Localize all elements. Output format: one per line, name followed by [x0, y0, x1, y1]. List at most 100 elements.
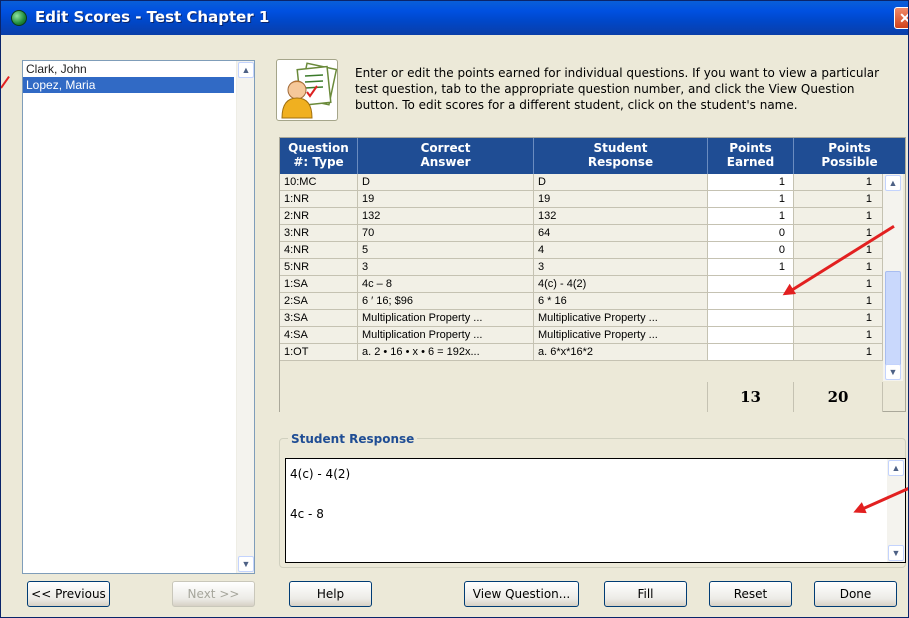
- cell-points-earned[interactable]: 1: [708, 259, 794, 276]
- fill-button[interactable]: Fill: [604, 581, 687, 607]
- table-row[interactable]: 3:SA Multiplication Property ... Multipl…: [280, 310, 883, 327]
- cell-correct-answer: 19: [358, 191, 534, 208]
- cell-correct-answer: 6 ′ 16; $96: [358, 293, 534, 310]
- table-row[interactable]: 2:NR 132 132 1 1: [280, 208, 883, 225]
- cell-student-response: 3: [534, 259, 708, 276]
- table-scrollbar[interactable]: ▲ ▼: [883, 174, 903, 381]
- cell-points-possible: 1: [794, 242, 883, 259]
- cell-question: 1:SA: [280, 276, 358, 293]
- col-header-points-possible: Points Possible: [821, 141, 878, 169]
- cell-points-possible: 1: [794, 174, 883, 191]
- student-response-label: Student Response: [288, 432, 418, 446]
- col-header-question: Question #: Type: [280, 138, 358, 174]
- cell-student-response: 4: [534, 242, 708, 259]
- cell-points-earned[interactable]: [708, 327, 794, 344]
- student-list[interactable]: Clark, John Lopez, Maria ▲ ▼: [22, 60, 255, 574]
- table-row[interactable]: 4:NR 5 4 0 1: [280, 242, 883, 259]
- student-response-textarea[interactable]: 4(c) - 4(2) 4c - 8 ▲ ▼: [285, 458, 906, 563]
- cell-points-possible: 1: [794, 208, 883, 225]
- cell-correct-answer: 3: [358, 259, 534, 276]
- scroll-up-icon[interactable]: ▲: [238, 62, 254, 78]
- student-item-lopez[interactable]: Lopez, Maria: [23, 77, 234, 93]
- scroll-down-icon[interactable]: ▼: [238, 556, 254, 572]
- instructions-text: Enter or edit the points earned for indi…: [355, 66, 880, 112]
- cell-correct-answer: 5: [358, 242, 534, 259]
- cell-question: 3:NR: [280, 225, 358, 242]
- col-header-points-earned: Points Earned: [708, 138, 794, 174]
- response-line-1: 4(c) - 4(2): [290, 467, 351, 481]
- cell-points-earned[interactable]: 0: [708, 242, 794, 259]
- cell-question: 2:NR: [280, 208, 358, 225]
- cell-student-response: a. 6*x*16*2: [534, 344, 708, 361]
- next-button[interactable]: Next >>: [172, 581, 255, 607]
- cell-points-earned[interactable]: [708, 310, 794, 327]
- table-row[interactable]: 1:OT a. 2 • 16 • x • 6 = 192x... a. 6*x*…: [280, 344, 883, 361]
- cell-student-response: 6 * 16: [534, 293, 708, 310]
- table-row[interactable]: 5:NR 3 3 1 1: [280, 259, 883, 276]
- cell-points-earned[interactable]: 0: [708, 225, 794, 242]
- done-button[interactable]: Done: [814, 581, 897, 607]
- totals-spacer: [280, 382, 708, 412]
- title-bar: Edit Scores - Test Chapter 1 ✕: [1, 1, 908, 35]
- scroll-thumb[interactable]: [885, 271, 901, 366]
- close-button[interactable]: ✕: [894, 7, 908, 29]
- table-row[interactable]: 3:NR 70 64 0 1: [280, 225, 883, 242]
- cell-student-response: Multiplicative Property ...: [534, 310, 708, 327]
- student-item-clark[interactable]: Clark, John: [23, 61, 234, 77]
- reset-button[interactable]: Reset: [709, 581, 792, 607]
- scroll-down-icon[interactable]: ▼: [885, 364, 901, 380]
- previous-button[interactable]: << Previous: [27, 581, 110, 607]
- cell-question: 1:NR: [280, 191, 358, 208]
- cell-points-earned[interactable]: 1: [708, 174, 794, 191]
- cell-student-response: Multiplicative Property ...: [534, 327, 708, 344]
- cell-question: 3:SA: [280, 310, 358, 327]
- table-row[interactable]: 4:SA Multiplication Property ... Multipl…: [280, 327, 883, 344]
- response-line-2: 4c - 8: [290, 507, 324, 521]
- cell-correct-answer: 132: [358, 208, 534, 225]
- cell-points-possible: 1: [794, 344, 883, 361]
- cell-points-possible: 1: [794, 310, 883, 327]
- response-scrollbar[interactable]: ▲ ▼: [887, 459, 905, 562]
- cell-correct-answer: D: [358, 174, 534, 191]
- total-points-possible: 20: [794, 382, 883, 412]
- cell-student-response: 4(c) - 4(2): [534, 276, 708, 293]
- totals-row: 13 20: [280, 382, 883, 412]
- cell-question: 2:SA: [280, 293, 358, 310]
- annotation-arrow-left: [1, 75, 10, 89]
- student-list-scrollbar[interactable]: ▲ ▼: [236, 61, 254, 573]
- view-question-button[interactable]: View Question...: [464, 581, 579, 607]
- edit-scores-window: Edit Scores - Test Chapter 1 ✕ Clark, Jo…: [0, 0, 909, 618]
- cell-question: 10:MC: [280, 174, 358, 191]
- app-icon: [11, 10, 27, 26]
- col-header-correct-answer: Correct Answer: [358, 138, 534, 174]
- table-row[interactable]: 10:MC D D 1 1: [280, 174, 883, 191]
- cell-student-response: D: [534, 174, 708, 191]
- cell-student-response: 19: [534, 191, 708, 208]
- cell-points-possible: 1: [794, 191, 883, 208]
- cell-question: 5:NR: [280, 259, 358, 276]
- help-button[interactable]: Help: [289, 581, 372, 607]
- cell-correct-answer: Multiplication Property ...: [358, 310, 534, 327]
- cell-correct-answer: Multiplication Property ...: [358, 327, 534, 344]
- cell-points-earned[interactable]: 1: [708, 208, 794, 225]
- cell-student-response: 64: [534, 225, 708, 242]
- cell-points-possible: 1: [794, 293, 883, 310]
- cell-points-earned[interactable]: 1: [708, 191, 794, 208]
- total-points-earned: 13: [708, 382, 794, 412]
- scroll-up-icon[interactable]: ▲: [888, 460, 904, 476]
- window-title: Edit Scores - Test Chapter 1: [35, 8, 270, 26]
- cell-correct-answer: 4c – 8: [358, 276, 534, 293]
- cell-question: 1:OT: [280, 344, 358, 361]
- col-header-student-response: Student Response: [534, 138, 708, 174]
- scroll-down-icon[interactable]: ▼: [888, 545, 904, 561]
- cell-question: 4:NR: [280, 242, 358, 259]
- cell-question: 4:SA: [280, 327, 358, 344]
- cell-points-earned[interactable]: [708, 344, 794, 361]
- teacher-grading-icon: [276, 59, 338, 121]
- cell-points-possible: 1: [794, 327, 883, 344]
- table-row[interactable]: 1:NR 19 19 1 1: [280, 191, 883, 208]
- cell-correct-answer: 70: [358, 225, 534, 242]
- scroll-up-icon[interactable]: ▲: [885, 175, 901, 191]
- cell-points-earned[interactable]: [708, 293, 794, 310]
- cell-student-response: 132: [534, 208, 708, 225]
